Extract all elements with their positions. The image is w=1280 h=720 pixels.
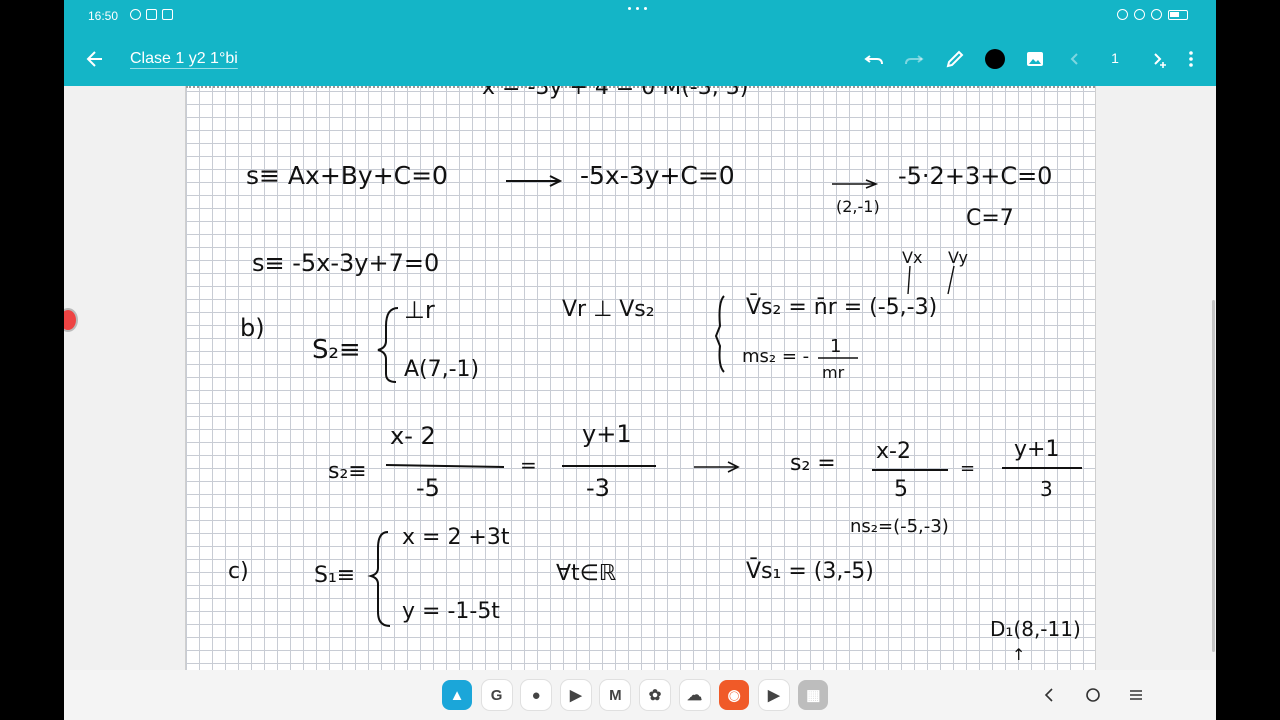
tablet-screen: 16:50 Clase 1 y2 1°bi 1 x = -3y + 4 = 0 … (64, 0, 1216, 720)
handwriting-layer: x = -3y + 4 = 0 M(-3, 3) s≡ Ax+By+C=0 -5… (228, 86, 1082, 664)
eq1-den1: -5 (416, 474, 440, 502)
eq2-den2: 3 (1040, 477, 1053, 501)
gmail-app-icon[interactable]: M (600, 680, 631, 710)
arrow-3 (694, 461, 740, 473)
app-drawer-icon[interactable]: ▦ (798, 680, 829, 710)
note-line-1b: -5x-3y+C=0 (580, 161, 735, 190)
redo-icon[interactable] (902, 47, 926, 71)
eq2-num2: y+1 (1014, 437, 1059, 462)
brace-c (367, 531, 391, 627)
system-nav-bar: ▲ G ● ▶ M ✿ ☁ ◉ ▶ ▦ (64, 670, 1216, 720)
note-canvas[interactable]: x = -3y + 4 = 0 M(-3, 3) s≡ Ax+By+C=0 -5… (64, 86, 1216, 720)
more-options-icon[interactable] (1179, 47, 1203, 71)
part-c-forall: ∀t∈ℝ (556, 561, 616, 586)
system-icons (1117, 9, 1188, 20)
note-line-1c: -5·2+3+C=0 (898, 162, 1052, 190)
bluetooth-icon (1134, 9, 1145, 20)
photos-app-icon[interactable]: ✿ (640, 680, 670, 710)
color-swatch-icon (985, 49, 1005, 69)
nfc-icon (1117, 9, 1128, 20)
app-toolbar: Clase 1 y2 1°bi 1 (64, 33, 1216, 86)
part-c-label: c) (228, 559, 249, 584)
document-title[interactable]: Clase 1 y2 1°bi (130, 50, 238, 68)
back-arrow-icon[interactable] (84, 47, 106, 71)
vertical-scrollbar[interactable] (1212, 300, 1215, 652)
part-b-point: A(7,-1) (404, 357, 479, 382)
eq2-den1: 5 (894, 477, 908, 502)
eq1-num2: y+1 (582, 420, 632, 448)
screen-recorder-app-icon[interactable]: ◉ (719, 680, 750, 710)
nav-home-icon[interactable] (1082, 684, 1104, 706)
part-c-vs1: V̄s₁ = (3,-5) (746, 558, 874, 584)
brace-b (377, 307, 399, 383)
arrow-2 (832, 179, 879, 189)
note-line-1a: s≡ Ax+By+C=0 (246, 161, 448, 190)
part-c-d1: D₁(8,-11) (990, 617, 1081, 641)
play-store-app-icon[interactable]: ▶ (560, 680, 591, 710)
part-b-vs2: V̄s₂ = n̄r = (-5,-3) (746, 294, 937, 320)
status-time: 16:50 (88, 9, 119, 23)
part-b-perp: ⊥r (404, 296, 435, 324)
part-c-x: x = 2 +3t (402, 525, 510, 550)
whatsapp-icon (130, 9, 141, 20)
eq1-lhs: s₂≡ (328, 459, 367, 484)
chrome-app-icon[interactable]: ● (521, 680, 552, 710)
insert-image-icon[interactable] (1023, 47, 1047, 71)
nav-back-icon[interactable] (1038, 684, 1060, 706)
status-bar: 16:50 (64, 0, 1216, 33)
part-c-s1: S₁≡ (314, 563, 355, 588)
undo-icon[interactable] (862, 47, 886, 71)
youtube-app-icon[interactable]: ▶ (758, 680, 789, 710)
part-b-mid: Vr ⊥ Vs₂ (562, 297, 655, 322)
notification-icons (130, 9, 173, 20)
part-b-s2: S₂≡ (312, 335, 361, 365)
window-handle-dots[interactable] (628, 7, 647, 10)
part-c-d1-arrow: ↑ (1012, 645, 1025, 664)
floating-record-indicator[interactable] (64, 308, 78, 332)
note-vy: Vy (948, 248, 968, 267)
wifi-icon (1151, 9, 1162, 20)
page-number: 1 (1111, 50, 1119, 66)
part-c-y: y = -1-5t (402, 599, 500, 624)
part-b-frac-num: 1 (830, 336, 841, 357)
note-line-2: C=7 (966, 206, 1014, 231)
gallery-icon (162, 9, 173, 20)
arrow-1 (506, 175, 563, 187)
pen-color-button[interactable] (983, 47, 1007, 71)
gmail-icon (146, 9, 157, 20)
eq1-eq: = (520, 453, 537, 477)
part-b-label: b) (240, 314, 265, 342)
next-page-add-icon[interactable] (1146, 47, 1170, 71)
launcher-app-icon[interactable]: ▲ (442, 680, 472, 710)
part-b-m: ms₂ = - (742, 346, 809, 367)
brace-b2 (714, 295, 725, 373)
note-arrows-v (907, 265, 955, 295)
eq2-eq: = (960, 458, 975, 479)
eq1-line1 (385, 464, 505, 468)
nav-recents-icon[interactable] (1125, 684, 1147, 706)
pen-tool-icon[interactable] (943, 47, 967, 71)
previous-page-icon[interactable] (1063, 47, 1087, 71)
google-app-icon[interactable]: G (481, 680, 512, 710)
eq1-den2: -3 (586, 474, 610, 502)
eq2-num1: x-2 (876, 439, 911, 464)
note-line-3: s≡ -5x-3y+7=0 (252, 249, 439, 277)
eq1-num1: x- 2 (390, 422, 436, 450)
eq2-ns2: ns₂=(-5,-3) (850, 516, 949, 537)
battery-icon (1168, 9, 1188, 20)
note-vx: Vx (902, 248, 922, 267)
eq2-lhs: s₂ = (790, 451, 836, 476)
part-b-frac-den: mr (822, 363, 845, 382)
onedrive-app-icon[interactable]: ☁ (679, 680, 710, 710)
note-line-1d: (2,-1) (836, 197, 880, 216)
note-line-0: x = -3y + 4 = 0 M(-3, 3) (482, 86, 748, 100)
grid-page[interactable]: x = -3y + 4 = 0 M(-3, 3) s≡ Ax+By+C=0 -5… (185, 86, 1096, 670)
